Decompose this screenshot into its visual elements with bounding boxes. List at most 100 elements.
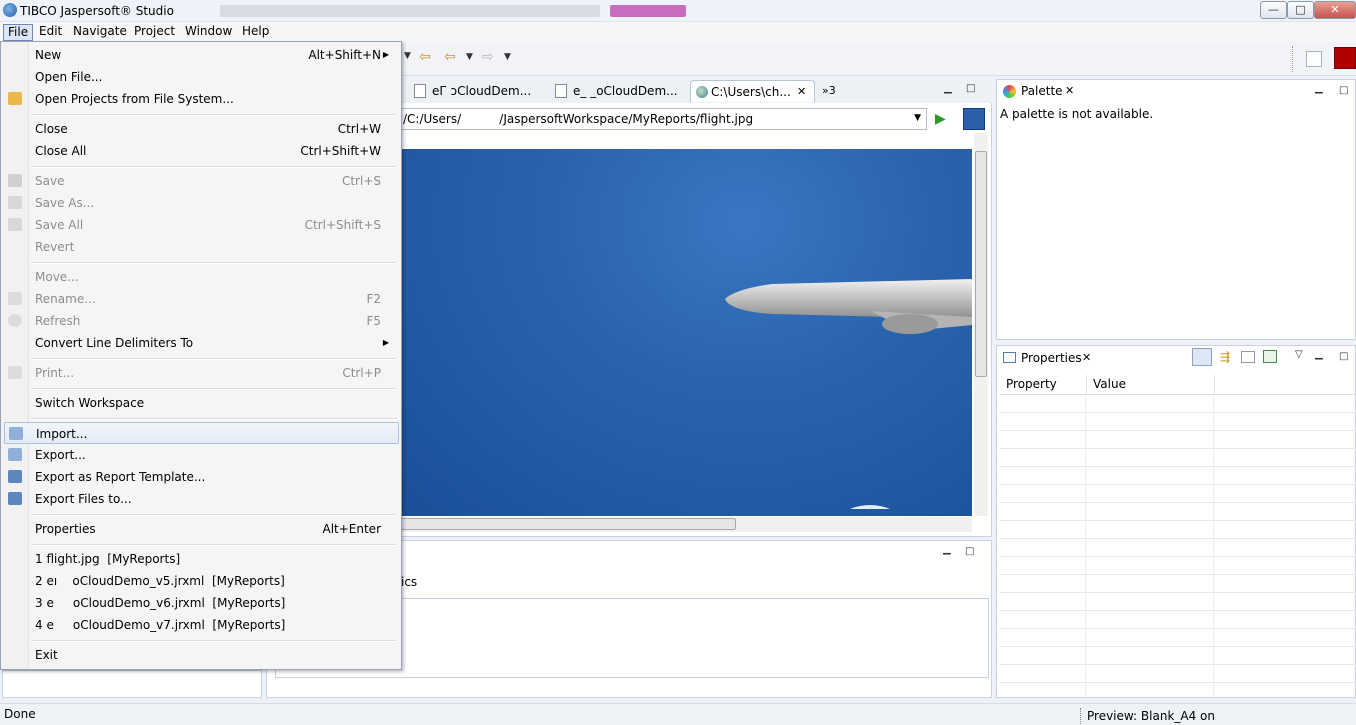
properties-title[interactable]: Properties — [1021, 351, 1082, 365]
menu-edit[interactable]: Edit — [35, 24, 66, 41]
show-advanced-icon[interactable]: ⇶ — [1220, 350, 1230, 364]
vertical-scrollbar[interactable] — [974, 133, 988, 516]
menu-item-save-as[interactable]: Save As... — [4, 192, 399, 214]
jrxml-file-icon — [555, 84, 567, 98]
menu-navigate[interactable]: Navigate — [69, 24, 131, 41]
close-button[interactable]: ✕ — [1314, 1, 1356, 19]
properties-menu-icon[interactable]: ▽ — [1295, 349, 1303, 360]
editor-maximize-icon[interactable]: □ — [966, 83, 975, 94]
palette-maximize-icon[interactable]: □ — [1339, 85, 1348, 96]
status-preview-text: Preview: Blank_A4 on — [1087, 709, 1215, 723]
grid-row-line — [999, 484, 1356, 485]
menu-item-new[interactable]: New Alt+Shift+N ▶ — [4, 44, 399, 66]
menu-item-close-all[interactable]: Close All Ctrl+Shift+W — [4, 140, 399, 162]
back-icon[interactable]: ⇦ — [444, 49, 456, 65]
forward-dropdown-icon[interactable]: ▼ — [504, 52, 511, 62]
open-perspective-icon[interactable] — [1306, 51, 1322, 67]
grid-row-line — [999, 556, 1356, 557]
menu-separator — [31, 418, 397, 420]
browser-globe-icon — [696, 86, 708, 98]
menu-item-refresh[interactable]: Refresh F5 — [4, 310, 399, 332]
palette-panel: Palette ✕ ▁ □ A palette is not available… — [996, 79, 1356, 340]
maximize-button[interactable]: □ — [1287, 1, 1314, 19]
toolbar-divider — [1292, 46, 1293, 72]
menu-item-open-projects[interactable]: Open Projects from File System... — [4, 88, 399, 110]
menu-item-revert[interactable]: Revert — [4, 236, 399, 258]
minimize-button[interactable]: — — [1260, 1, 1287, 19]
menu-item-import[interactable]: Import... — [4, 422, 399, 444]
menu-item-switch-workspace[interactable]: Switch Workspace — [4, 392, 399, 414]
file-menu-dropdown: New Alt+Shift+N ▶ Open File... Open Proj… — [0, 41, 402, 670]
editor-minimize-icon[interactable]: ▁ — [944, 83, 952, 94]
menu-item-exit[interactable]: Exit — [4, 644, 399, 666]
menu-item-recent-3[interactable]: 3 e oCloudDemo_v6.jrxml [MyReports] — [4, 592, 399, 614]
scrollbar-thumb[interactable] — [400, 518, 736, 530]
menu-item-recent-1[interactable]: 1 flight.jpg [MyReports] — [4, 548, 399, 570]
bottom-maximize-icon[interactable]: □ — [965, 546, 974, 557]
go-icon[interactable]: ▶ — [935, 111, 946, 127]
column-header-value[interactable]: Value — [1093, 377, 1126, 391]
submenu-arrow-icon: ▶ — [382, 338, 389, 347]
menu-item-save[interactable]: Save Ctrl+S — [4, 170, 399, 192]
menu-item-recent-2[interactable]: 2 eı oCloudDemo_v5.jrxml [MyReports] — [4, 570, 399, 592]
save-as-icon — [8, 196, 22, 209]
show-categories-icon[interactable] — [1192, 348, 1212, 366]
tab-overflow-button[interactable]: »3 — [822, 84, 836, 97]
menu-item-export[interactable]: Export... — [4, 444, 399, 466]
column-divider — [1214, 375, 1215, 395]
save-all-icon — [8, 218, 22, 231]
menu-separator — [31, 640, 397, 642]
navigate-icon[interactable] — [963, 108, 985, 130]
menu-item-recent-4[interactable]: 4 e oCloudDemo_v7.jrxml [MyReports] — [4, 614, 399, 636]
address-bar[interactable]: /C:/Users/ /JaspersoftWorkspace/MyReport… — [400, 108, 927, 130]
bottom-minimize-icon[interactable]: ▁ — [943, 544, 951, 555]
palette-close-icon[interactable]: ✕ — [1065, 84, 1074, 97]
grid-row-line — [999, 448, 1356, 449]
menu-item-save-all[interactable]: Save All Ctrl+Shift+S — [4, 214, 399, 236]
menu-window[interactable]: Window — [181, 24, 236, 41]
menu-item-open-file[interactable]: Open File... — [4, 66, 399, 88]
app-icon — [3, 3, 17, 17]
menu-bar: File Edit Navigate Project Window Help — [0, 22, 1356, 42]
scrollbar-thumb[interactable] — [975, 151, 987, 377]
tab-editor-flight[interactable]: C:\Users\ch... ✕ — [690, 80, 815, 102]
tab-editor-1[interactable]: eГ ɔCloudDem... — [412, 80, 547, 102]
grid-row-line — [999, 610, 1356, 611]
palette-message: A palette is not available. — [1000, 107, 1154, 121]
menu-item-export-files[interactable]: Export Files to... — [4, 488, 399, 510]
status-text: Done — [4, 707, 36, 721]
palette-minimize-icon[interactable]: ▁ — [1315, 83, 1323, 94]
pin-icon[interactable] — [1263, 350, 1277, 363]
menu-item-export-report-template[interactable]: Export as Report Template... — [4, 466, 399, 488]
grid-row-line — [999, 538, 1356, 539]
menu-item-move[interactable]: Move... — [4, 266, 399, 288]
menu-item-properties[interactable]: Properties Alt+Enter — [4, 518, 399, 540]
menu-item-rename[interactable]: Rename... F2 — [4, 288, 399, 310]
menu-help[interactable]: Help — [238, 24, 273, 41]
address-input[interactable]: /C:/Users/ /JaspersoftWorkspace/MyReport… — [403, 112, 753, 126]
tab-label: e_ _oCloudDem... — [573, 84, 678, 98]
menu-item-close[interactable]: Close Ctrl+W — [4, 118, 399, 140]
report-design-perspective-icon[interactable] — [1334, 47, 1356, 69]
properties-close-icon[interactable]: ✕ — [1082, 351, 1091, 364]
properties-maximize-icon[interactable]: □ — [1339, 351, 1348, 362]
address-dropdown-icon[interactable]: ▼ — [914, 113, 921, 123]
palette-title[interactable]: Palette — [1021, 84, 1063, 98]
close-tab-icon[interactable]: ✕ — [797, 81, 806, 103]
back-dropdown-icon[interactable]: ▼ — [466, 52, 473, 62]
restore-defaults-icon[interactable] — [1241, 351, 1255, 363]
menu-project[interactable]: Project — [130, 24, 179, 41]
menu-item-print[interactable]: Print... Ctrl+P — [4, 362, 399, 384]
status-divider — [1080, 708, 1081, 724]
horizontal-scrollbar[interactable] — [400, 517, 972, 532]
last-edit-location-icon[interactable]: ⇦ — [419, 49, 431, 65]
tab-editor-2[interactable]: e_ _oCloudDem... — [553, 80, 688, 102]
menu-file[interactable]: File — [3, 24, 34, 41]
column-header-property[interactable]: Property — [1006, 377, 1057, 391]
forward-icon[interactable]: ⇨ — [482, 49, 494, 65]
menu-item-convert-line-delimiters[interactable]: Convert Line Delimiters To ▶ — [4, 332, 399, 354]
blurred-title-badge — [610, 5, 686, 17]
properties-minimize-icon[interactable]: ▁ — [1315, 349, 1323, 360]
grid-row-line — [999, 430, 1356, 431]
dropdown-arrow-icon[interactable]: ▼ — [404, 51, 411, 61]
